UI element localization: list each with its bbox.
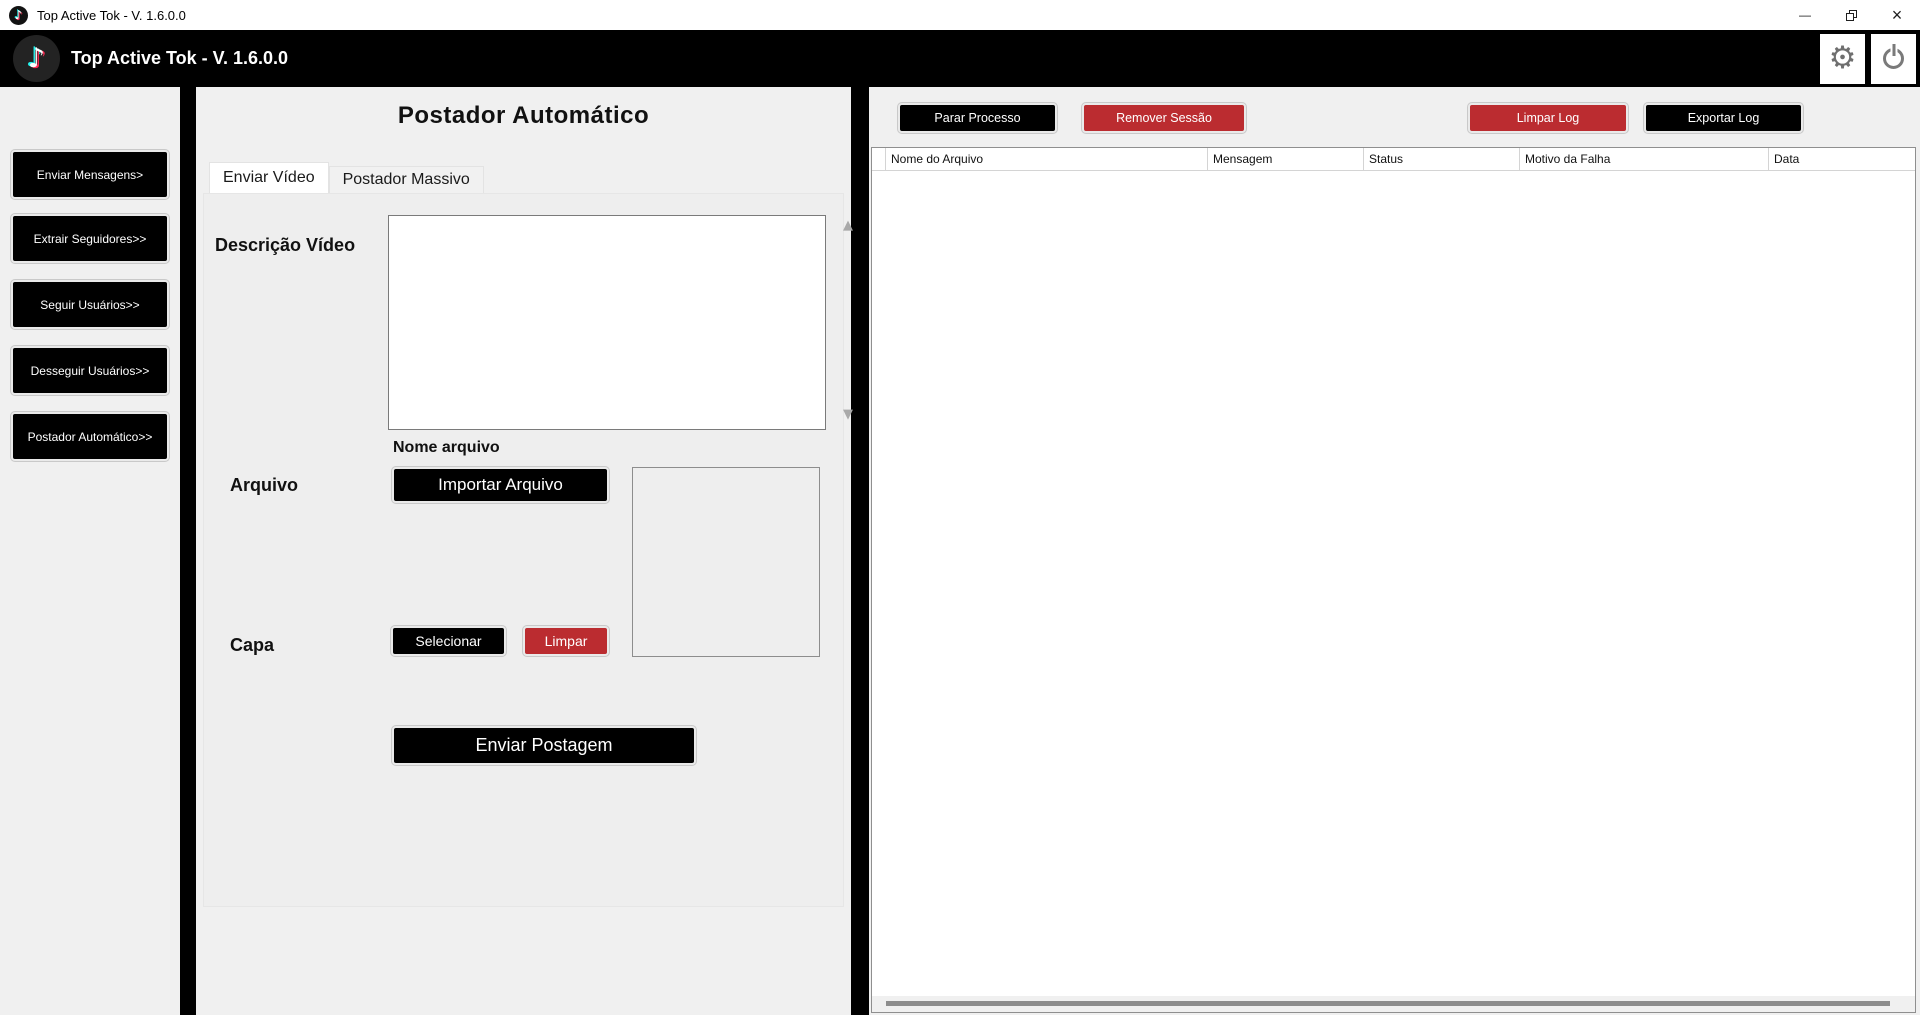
maximize-button[interactable] — [1828, 0, 1874, 30]
column-header-mensagem[interactable]: Mensagem — [1208, 148, 1364, 170]
column-header-motivo-da-falha[interactable]: Motivo da Falha — [1520, 148, 1769, 170]
close-button[interactable]: × — [1874, 0, 1920, 30]
log-table-body — [872, 171, 1915, 996]
power-icon — [1883, 48, 1904, 69]
app-title: Top Active Tok - V. 1.6.0.0 — [71, 48, 288, 69]
stop-process-button[interactable]: Parar Processo — [898, 103, 1057, 133]
window-controls: — × — [1782, 0, 1920, 30]
file-label: Arquivo — [230, 475, 298, 496]
cover-label: Capa — [230, 635, 274, 656]
minimize-button[interactable]: — — [1782, 0, 1828, 30]
column-header-data[interactable]: Data — [1769, 148, 1915, 170]
send-post-button[interactable]: Enviar Postagem — [392, 726, 696, 765]
page-title: Postador Automático — [196, 102, 851, 130]
file-name-label: Nome arquivo — [393, 439, 500, 457]
scroll-up-icon[interactable]: ▲ — [838, 218, 858, 233]
header-actions: ⚙ — [1820, 34, 1916, 84]
tab-postador-massivo[interactable]: Postador Massivo — [329, 166, 484, 193]
tiktok-logo-icon: ♪ — [13, 35, 60, 82]
sidebar-item-desseguir-usuarios[interactable]: Desseguir Usuários>> — [11, 346, 169, 395]
app-window: ♪ Top Active Tok - V. 1.6.0.0 — × ♪ Top … — [0, 0, 1920, 1015]
close-icon: × — [1892, 5, 1903, 26]
settings-button[interactable]: ⚙ — [1820, 34, 1865, 84]
description-label: Descrição Vídeo — [215, 235, 355, 256]
cover-preview — [632, 467, 820, 657]
app-header: ♪ Top Active Tok - V. 1.6.0.0 ⚙ — [0, 30, 1920, 87]
titlebar: ♪ Top Active Tok - V. 1.6.0.0 — × — [0, 0, 1920, 30]
scrollbar-thumb[interactable] — [886, 1001, 1890, 1006]
log-table: Nome do Arquivo Mensagem Status Motivo d… — [871, 147, 1916, 1013]
export-log-button[interactable]: Exportar Log — [1644, 103, 1803, 133]
clear-cover-button[interactable]: Limpar — [523, 626, 609, 656]
select-cover-button[interactable]: Selecionar — [391, 626, 506, 656]
column-header-status[interactable]: Status — [1364, 148, 1520, 170]
sidebar-item-seguir-usuarios[interactable]: Seguir Usuários>> — [11, 280, 169, 329]
sidebar-item-extrair-seguidores[interactable]: Extrair Seguidores>> — [11, 214, 169, 263]
tab-enviar-video[interactable]: Enviar Vídeo — [209, 162, 329, 193]
divider-left — [180, 87, 196, 1015]
app-logo-icon: ♪ — [9, 6, 28, 25]
gear-icon: ⚙ — [1829, 43, 1857, 74]
sidebar-item-enviar-mensagens[interactable]: Enviar Mensagens> — [11, 150, 169, 199]
tab-strip: Enviar Vídeo Postador Massivo — [209, 162, 484, 193]
column-header-nome-do-arquivo[interactable]: Nome do Arquivo — [886, 148, 1208, 170]
log-table-header: Nome do Arquivo Mensagem Status Motivo d… — [872, 148, 1915, 171]
scroll-down-icon[interactable]: ▼ — [838, 407, 858, 422]
log-panel: Parar Processo Remover Sessão Limpar Log… — [869, 87, 1920, 1015]
horizontal-scrollbar[interactable] — [872, 996, 1915, 1012]
row-selector-header — [872, 148, 886, 170]
restore-icon — [1846, 10, 1857, 21]
minimize-icon: — — [1799, 8, 1811, 22]
power-button[interactable] — [1871, 34, 1916, 84]
main-panel: Postador Automático Enviar Vídeo Postado… — [196, 87, 851, 1015]
import-file-button[interactable]: Importar Arquivo — [392, 467, 609, 503]
remove-session-button[interactable]: Remover Sessão — [1082, 103, 1246, 133]
sidebar: Enviar Mensagens> Extrair Seguidores>> S… — [0, 87, 180, 1015]
description-input[interactable] — [388, 215, 826, 430]
sidebar-item-postador-automatico[interactable]: Postador Automático>> — [11, 412, 169, 461]
clear-log-button[interactable]: Limpar Log — [1468, 103, 1628, 133]
window-title: Top Active Tok - V. 1.6.0.0 — [37, 8, 186, 23]
